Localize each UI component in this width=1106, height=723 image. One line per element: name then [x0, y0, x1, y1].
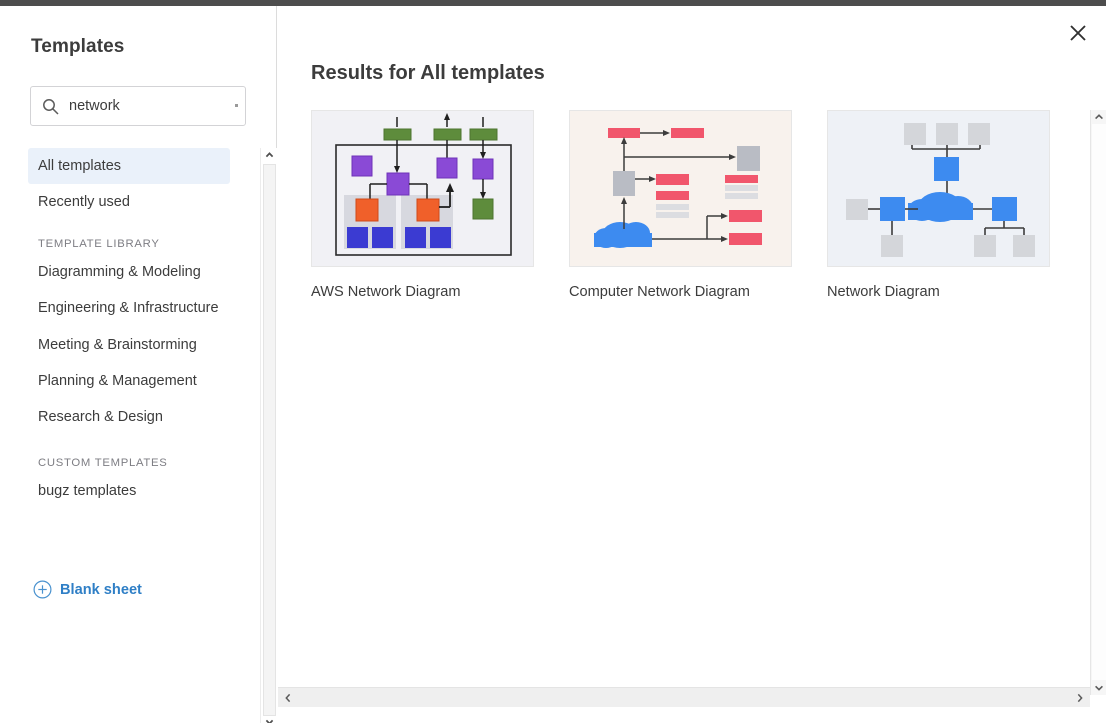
- sidebar-item-meeting-brainstorming[interactable]: Meeting & Brainstorming: [28, 327, 230, 363]
- cloud-icon: [908, 192, 973, 222]
- sidebar-section-heading-custom-templates: CUSTOM TEMPLATES: [38, 456, 168, 469]
- sidebar-item-label: Recently used: [38, 194, 130, 211]
- templates-sidebar: Templates network All templates Recently…: [0, 6, 277, 723]
- template-card-grid: AWS Network Diagram Computer Network Dia…: [311, 110, 1050, 300]
- results-vertical-scrollbar[interactable]: [1090, 110, 1106, 695]
- chevron-down-icon[interactable]: [1092, 681, 1106, 695]
- sidebar-section-heading-template-library: TEMPLATE LIBRARY: [38, 238, 160, 251]
- close-icon[interactable]: [1067, 22, 1089, 44]
- cloud-icon: [594, 222, 652, 248]
- sidebar-item-diagramming-modeling[interactable]: Diagramming & Modeling: [28, 254, 230, 290]
- results-panel: Results for All templates AWS Network Di…: [278, 6, 1106, 723]
- template-card[interactable]: Network Diagram: [827, 110, 1050, 300]
- results-heading: Results for All templates: [311, 62, 545, 84]
- sidebar-item-recently-used[interactable]: Recently used: [28, 184, 230, 220]
- results-horizontal-scrollbar[interactable]: [278, 687, 1090, 707]
- chevron-up-icon[interactable]: [263, 148, 276, 162]
- aws-network-diagram-preview: [335, 113, 512, 256]
- search-input[interactable]: network: [30, 86, 246, 126]
- sidebar-scrollbar[interactable]: [260, 148, 277, 723]
- sidebar-item-label: Research & Design: [38, 408, 163, 425]
- search-input-value: network: [69, 98, 120, 114]
- clear-icon[interactable]: [235, 104, 238, 107]
- sidebar-scrollbar-thumb[interactable]: [263, 164, 276, 716]
- sidebar-item-engineering-infrastructure[interactable]: Engineering & Infrastructure: [28, 290, 230, 326]
- template-card-label: Computer Network Diagram: [569, 284, 750, 300]
- template-thumbnail-computer-network[interactable]: [569, 110, 792, 267]
- chevron-up-icon[interactable]: [1092, 110, 1106, 124]
- chevron-down-icon[interactable]: [263, 715, 276, 723]
- sidebar-item-label: All templates: [38, 158, 122, 174]
- blank-sheet-label: Blank sheet: [60, 581, 142, 598]
- chevron-right-icon[interactable]: [1073, 691, 1087, 705]
- network-diagram-preview: [846, 123, 1035, 257]
- template-card[interactable]: Computer Network Diagram: [569, 110, 792, 300]
- sidebar-nav: All templates Recently used TEMPLATE LIB…: [0, 148, 260, 509]
- template-thumbnail-network[interactable]: [827, 110, 1050, 267]
- chevron-left-icon[interactable]: [281, 691, 295, 705]
- sidebar-item-label: Engineering & Infrastructure: [38, 300, 219, 317]
- sidebar-item-research-design[interactable]: Research & Design: [28, 399, 230, 435]
- sidebar-item-planning-management[interactable]: Planning & Management: [28, 363, 230, 399]
- sidebar-item-label: bugz templates: [38, 482, 137, 499]
- sidebar-item-all-templates[interactable]: All templates: [28, 148, 230, 185]
- plus-circle-icon: [33, 580, 52, 599]
- sidebar-item-bugz-templates[interactable]: bugz templates: [28, 473, 230, 509]
- blank-sheet-button[interactable]: Blank sheet: [33, 580, 142, 599]
- sidebar-item-label: Diagramming & Modeling: [38, 264, 201, 281]
- template-card[interactable]: AWS Network Diagram: [311, 110, 534, 300]
- sidebar-item-label: Planning & Management: [38, 372, 197, 389]
- template-thumbnail-aws[interactable]: [311, 110, 534, 267]
- page-title: Templates: [31, 36, 125, 57]
- template-card-label: Network Diagram: [827, 284, 940, 300]
- template-card-label: AWS Network Diagram: [311, 284, 461, 300]
- template-picker-dialog: Templates network All templates Recently…: [0, 0, 1106, 723]
- computer-network-diagram-preview: [594, 128, 762, 248]
- search-icon: [43, 99, 59, 115]
- results-vertical-scrollbar-thumb[interactable]: [1092, 124, 1106, 680]
- sidebar-item-label: Meeting & Brainstorming: [38, 336, 197, 353]
